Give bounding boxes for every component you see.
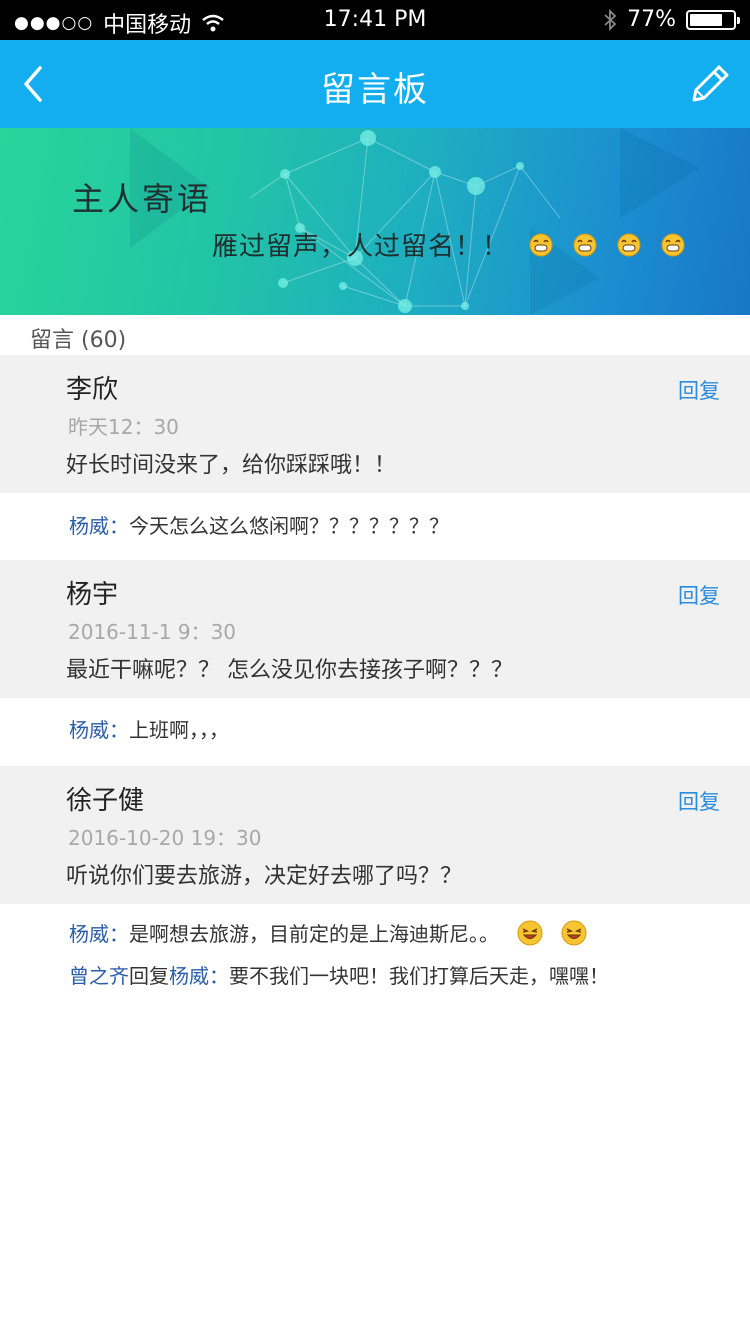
network-pattern-image	[130, 128, 700, 315]
page-title: 留言板	[321, 70, 429, 110]
reply-username[interactable]: 杨威	[69, 918, 109, 947]
battery-percent: 77%	[627, 7, 676, 32]
reply-text: 要不我们一块吧！我们打算后天走，嘿嘿！	[229, 964, 609, 988]
message-time: 昨天12：30	[68, 415, 179, 439]
reply-separator: ：	[209, 964, 229, 988]
nav-bar: 留言板	[0, 40, 750, 128]
reply-item: 杨威：是啊想去旅游，目前定的是上海迪斯尼。。	[69, 918, 587, 947]
banner-motto: 雁过留声，人过留名！！	[212, 226, 685, 263]
banner-motto-text: 雁过留声，人过留名！！	[212, 232, 510, 262]
grin-emoji-icon	[573, 233, 597, 256]
reply-keyword: 回复	[129, 964, 169, 988]
reply-username[interactable]: 杨威	[69, 714, 109, 743]
message-count: 留言 (60)	[30, 328, 127, 353]
reply-target-username[interactable]: 杨威	[169, 960, 209, 989]
owner-message-banner: 主人寄语 雁过留声，人过留名！！	[0, 128, 750, 315]
reply-username[interactable]: 杨威	[69, 510, 109, 539]
message-time: 2016-10-20 19：30	[68, 826, 262, 850]
message-card: 徐子健 2016-10-20 19：30 听说你们要去旅游，决定好去哪了吗？？ …	[0, 766, 750, 904]
reply-separator: ：	[109, 514, 129, 538]
grin-emoji-icon	[617, 233, 641, 256]
reply-button[interactable]: 回复	[678, 786, 720, 816]
message-text: 最近干嘛呢？？ 怎么没见你去接孩子啊？？？	[66, 658, 513, 683]
battery-level	[690, 13, 722, 26]
message-card: 杨宇 2016-11-1 9：30 最近干嘛呢？？ 怎么没见你去接孩子啊？？？ …	[0, 560, 750, 698]
reply-item: 曾之齐 回复 杨威：要不我们一块吧！我们打算后天走，嘿嘿！	[69, 960, 609, 989]
author-name: 李欣	[66, 375, 119, 405]
reply-separator: ：	[109, 718, 129, 742]
reply-item: 杨威：上班啊，，，	[69, 714, 229, 743]
banner-title: 主人寄语	[72, 180, 213, 218]
battery-icon	[686, 9, 740, 30]
pencil-icon	[692, 65, 729, 102]
message-text: 听说你们要去旅游，决定好去哪了吗？？	[66, 864, 463, 889]
message-card: 李欣 昨天12：30 好长时间没来了，给你踩踩哦！！ 回复	[0, 355, 750, 493]
bluetooth-icon	[604, 8, 617, 31]
reply-button[interactable]: 回复	[678, 580, 720, 610]
author-name: 杨宇	[66, 580, 119, 610]
grin-emoji-icon	[661, 233, 685, 256]
status-bar: ●●●○○ 中国移动 17:41 PM 77%	[0, 0, 750, 40]
reply-text: 是啊想去旅游，目前定的是上海迪斯尼。。	[129, 922, 499, 946]
status-right: 77%	[603, 7, 740, 32]
reply-separator: ：	[109, 922, 129, 946]
grin-emoji-icon	[529, 233, 553, 256]
laugh-emoji-icon	[517, 920, 543, 945]
reply-username[interactable]: 曾之齐	[69, 960, 129, 989]
message-time: 2016-11-1 9：30	[68, 620, 237, 644]
reply-text: 今天怎么这么悠闲啊？？？？？？？	[129, 514, 449, 538]
laugh-emoji-icon	[561, 920, 587, 945]
reply-item: 杨威：今天怎么这么悠闲啊？？？？？？？	[69, 510, 449, 539]
edit-button[interactable]	[686, 60, 734, 108]
reply-button[interactable]: 回复	[678, 375, 720, 405]
reply-text: 上班啊，，，	[129, 718, 229, 742]
author-name: 徐子健	[66, 786, 145, 816]
message-text: 好长时间没来了，给你踩踩哦！！	[66, 453, 397, 478]
